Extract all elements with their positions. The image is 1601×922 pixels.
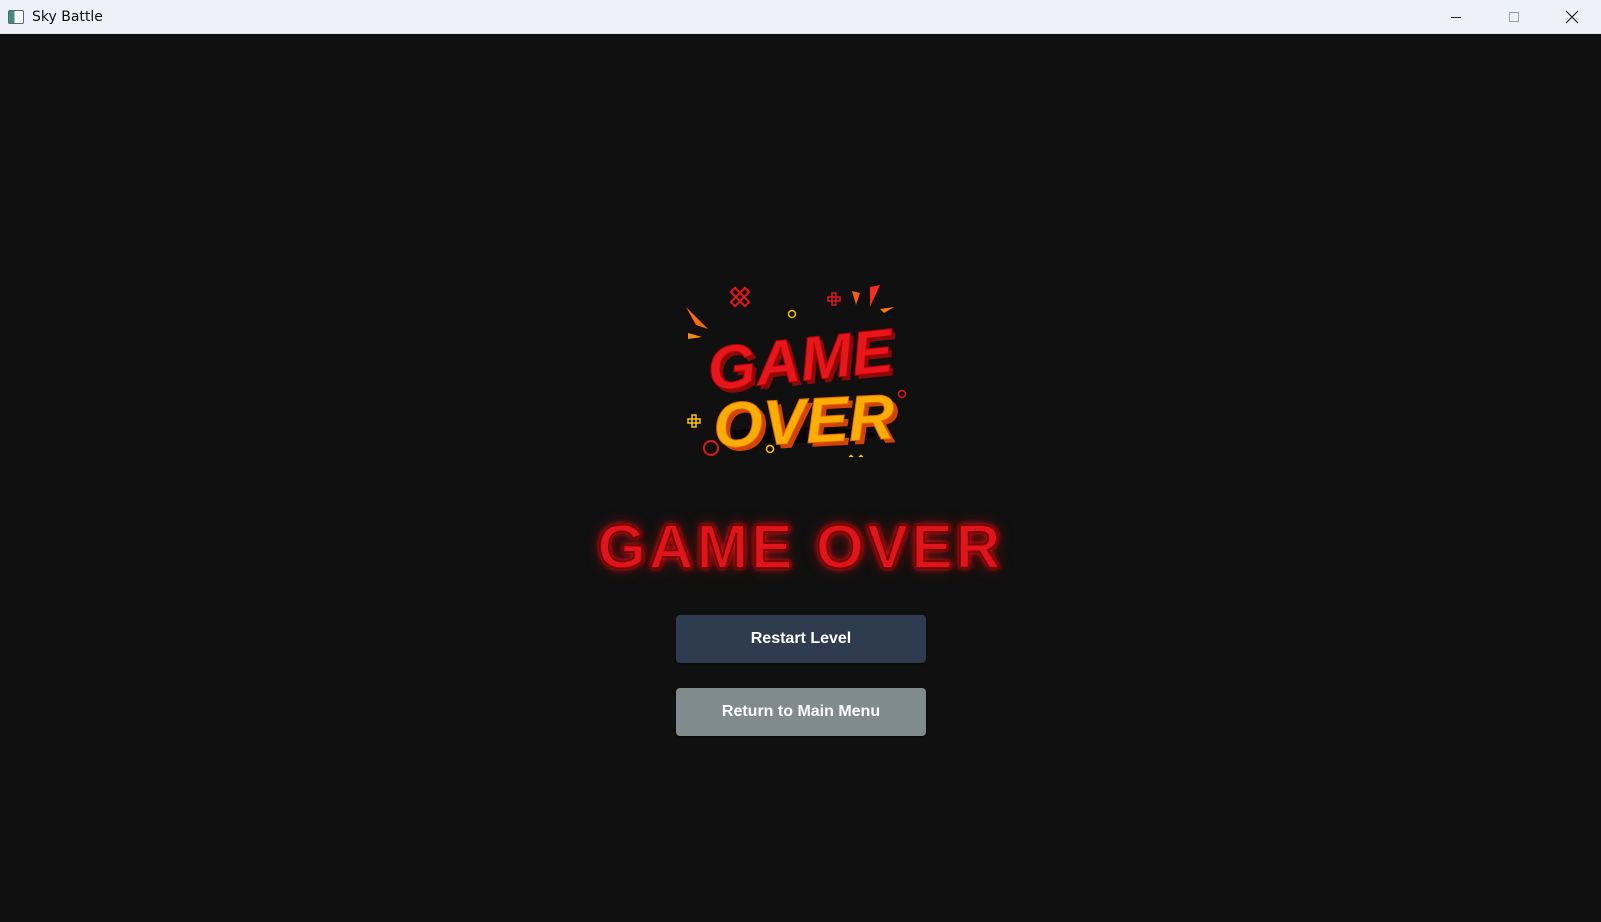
title-bar: Sky Battle: [0, 0, 1601, 34]
close-icon: [1565, 10, 1579, 24]
window-controls: [1427, 0, 1601, 34]
minimize-button[interactable]: [1427, 0, 1485, 34]
maximize-button[interactable]: [1485, 0, 1543, 34]
logo-over-text: OVER: [712, 380, 897, 457]
return-to-main-menu-button[interactable]: Return to Main Menu: [676, 688, 926, 736]
maximize-icon: [1509, 12, 1519, 22]
close-button[interactable]: [1543, 0, 1601, 34]
minimize-icon: [1451, 17, 1461, 18]
window-title: Sky Battle: [32, 8, 103, 25]
app-icon: [8, 9, 24, 24]
restart-level-button[interactable]: Restart Level: [676, 615, 926, 663]
game-over-logo: GAME GAME OVER OVER: [686, 285, 907, 457]
game-over-screen: GAME GAME OVER OVER GAME OVER Restart Le…: [0, 35, 1601, 922]
game-over-heading: GAME OVER: [597, 512, 1004, 583]
